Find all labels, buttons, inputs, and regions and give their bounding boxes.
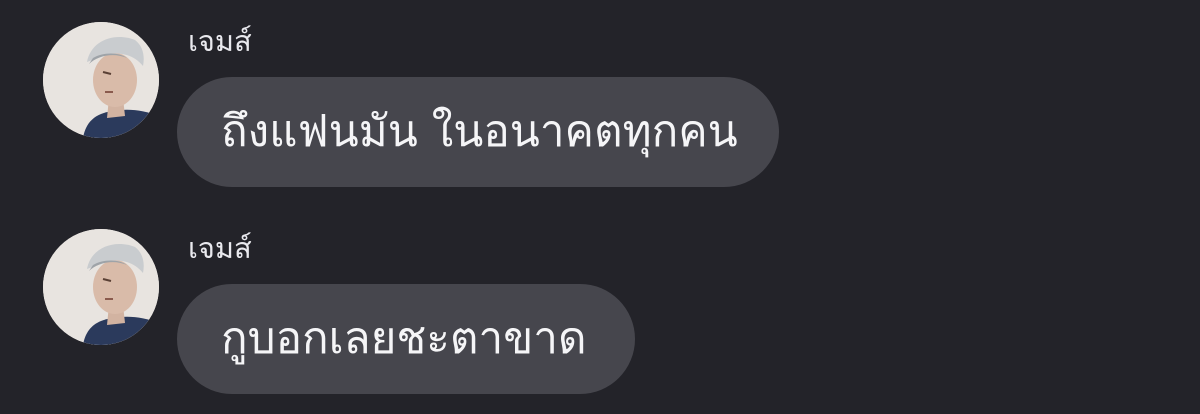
- profile-photo-icon: [43, 22, 159, 138]
- avatar[interactable]: [43, 22, 159, 138]
- message-text: ถึงแฟนมัน ในอนาคตทุกคน: [221, 106, 738, 157]
- avatar[interactable]: [43, 229, 159, 345]
- message-bubble[interactable]: กูบอกเลยชะตาขาด: [177, 284, 635, 394]
- message-bubble[interactable]: ถึงแฟนมัน ในอนาคตทุกคน: [177, 77, 779, 187]
- sender-name: เจมส์: [188, 231, 252, 265]
- sender-name: เจมส์: [188, 24, 252, 58]
- message-text: กูบอกเลยชะตาขาด: [221, 313, 587, 364]
- profile-photo-icon: [43, 229, 159, 345]
- chat-thread: เจมส์ ถึงแฟนมัน ในอนาคตทุกคน เจมส์ กูบอก…: [0, 0, 1200, 414]
